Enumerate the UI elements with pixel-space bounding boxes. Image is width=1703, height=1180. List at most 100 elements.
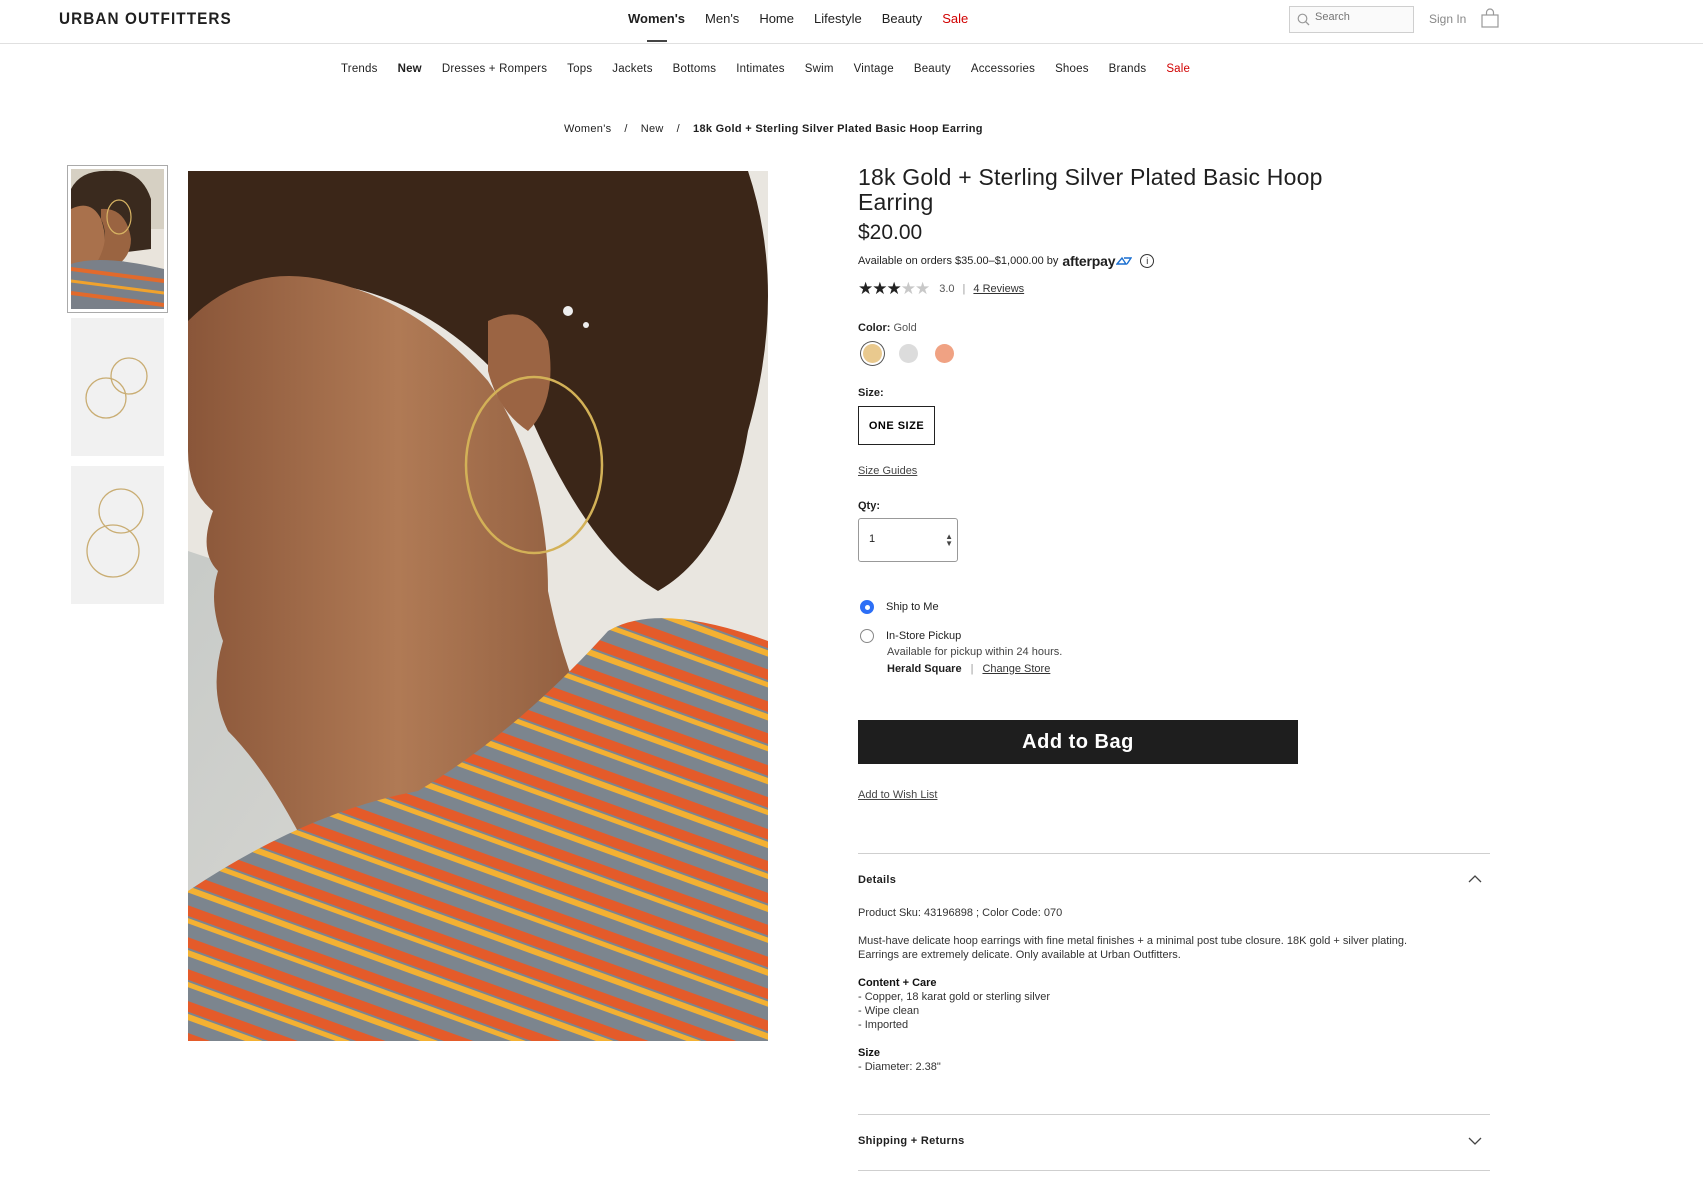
afterpay-notice: Available on orders $35.00–$1,000.00 by … xyxy=(858,253,1155,269)
quantity-value: 1 xyxy=(869,533,876,545)
cat-bottoms[interactable]: Bottoms xyxy=(673,63,717,75)
quantity-select[interactable]: 1 ▲ ▼ xyxy=(858,518,958,562)
breadcrumb: Women's / New / 18k Gold + Sterling Silv… xyxy=(564,123,983,135)
star-icon: ★ xyxy=(915,279,930,298)
product-title: 18k Gold + Sterling Silver Plated Basic … xyxy=(858,164,1323,215)
ship-to-me-label[interactable]: Ship to Me xyxy=(886,601,939,613)
nav-home[interactable]: Home xyxy=(759,11,794,26)
quantity-label: Qty: xyxy=(858,500,880,512)
add-to-bag-button[interactable]: Add to Bag xyxy=(858,720,1298,764)
cat-trends[interactable]: Trends xyxy=(341,63,378,75)
thumbnail-product-2[interactable] xyxy=(71,466,164,604)
thumbnail-product-2-image xyxy=(71,466,164,604)
top-bar: URBAN OUTFITTERS Women's Men's Home Life… xyxy=(0,0,1703,44)
info-icon[interactable]: i xyxy=(1140,254,1155,268)
reviews-link[interactable]: 4 Reviews xyxy=(973,283,1024,295)
cat-intimates[interactable]: Intimates xyxy=(736,63,784,75)
size-heading: Size xyxy=(858,1047,881,1059)
cat-shoes[interactable]: Shoes xyxy=(1055,63,1089,75)
ship-to-me-radio[interactable] xyxy=(860,600,874,614)
color-label: Color: Gold xyxy=(858,322,917,334)
category-nav: Trends New Dresses + Rompers Tops Jacket… xyxy=(341,63,1210,75)
chevron-up-icon[interactable] xyxy=(1468,874,1482,883)
afterpay-text: Available on orders $35.00–$1,000.00 by xyxy=(858,255,1059,267)
thumbnail-model-image xyxy=(71,169,164,309)
cat-beauty[interactable]: Beauty xyxy=(914,63,951,75)
store-divider: | xyxy=(970,663,974,675)
shipping-returns-accordion-header[interactable]: Shipping + Returns xyxy=(858,1135,965,1147)
star-icon: ★ xyxy=(886,279,902,298)
cat-jackets[interactable]: Jackets xyxy=(612,63,652,75)
nav-womens[interactable]: Women's xyxy=(628,11,685,42)
breadcrumb-separator: / xyxy=(624,123,628,135)
breadcrumb-new[interactable]: New xyxy=(641,123,664,135)
cat-accessories[interactable]: Accessories xyxy=(971,63,1035,75)
breadcrumb-womens[interactable]: Women's xyxy=(564,123,611,135)
in-store-pickup-radio[interactable] xyxy=(860,629,874,643)
divider xyxy=(858,1114,1490,1115)
rating-divider: | xyxy=(962,283,966,295)
color-value: Gold xyxy=(893,322,917,334)
rating-score: 3.0 xyxy=(939,283,955,295)
breadcrumb-separator: / xyxy=(676,123,681,135)
pickup-availability-note: Available for pickup within 24 hours. xyxy=(887,646,1063,658)
thumbnail-product-1[interactable] xyxy=(71,318,164,456)
details-accordion-header[interactable]: Details xyxy=(858,874,896,886)
cat-vintage[interactable]: Vintage xyxy=(854,63,894,75)
sign-in-link[interactable]: Sign In xyxy=(1429,12,1466,26)
color-swatch-silver[interactable] xyxy=(899,344,918,363)
in-store-pickup-label[interactable]: In-Store Pickup xyxy=(886,630,961,642)
star-icon: ★ xyxy=(872,279,887,298)
nav-lifestyle[interactable]: Lifestyle xyxy=(814,11,862,26)
rating-summary: ★ ★ ★ ★ ★ 3.0 | 4 Reviews xyxy=(858,279,1024,299)
search-input[interactable] xyxy=(1315,11,1410,23)
size-item: - Diameter: 2.38" xyxy=(858,1061,941,1073)
afterpay-logo: afterpay xyxy=(1062,253,1116,269)
brand-logo[interactable]: URBAN OUTFITTERS xyxy=(59,9,232,29)
care-item: - Imported xyxy=(858,1019,909,1031)
model-wearing-hoop-earring-image xyxy=(188,171,768,1041)
cat-tops[interactable]: Tops xyxy=(567,63,592,75)
star-icon: ★ xyxy=(900,279,916,298)
care-item: - Copper, 18 karat gold or sterling silv… xyxy=(858,991,1050,1003)
cat-swim[interactable]: Swim xyxy=(805,63,834,75)
nav-mens[interactable]: Men's xyxy=(705,11,739,26)
star-rating: ★ ★ ★ ★ ★ xyxy=(858,279,930,299)
search-box[interactable] xyxy=(1289,6,1414,33)
color-label-text: Color: xyxy=(858,322,891,334)
thumbnail-model[interactable] xyxy=(67,165,168,313)
nav-sale[interactable]: Sale xyxy=(942,11,968,26)
size-option-one-size[interactable]: ONE SIZE xyxy=(858,406,935,445)
thumbnail-product-1-image xyxy=(71,318,164,456)
cat-sale[interactable]: Sale xyxy=(1166,63,1190,75)
cat-new[interactable]: New xyxy=(398,63,422,75)
shopping-bag-icon[interactable] xyxy=(1481,8,1499,28)
store-name: Herald Square xyxy=(887,663,962,675)
chevron-down-icon[interactable] xyxy=(1468,1137,1482,1146)
search-icon xyxy=(1297,13,1310,26)
product-price: $20.00 xyxy=(858,221,923,244)
add-to-wish-list-link[interactable]: Add to Wish List xyxy=(858,789,937,801)
color-swatch-rose-gold[interactable] xyxy=(935,344,954,363)
care-item: - Wipe clean xyxy=(858,1005,920,1017)
main-nav: Women's Men's Home Lifestyle Beauty Sale xyxy=(628,11,988,42)
details-content: Product Sku: 43196898 ; Color Code: 070 … xyxy=(858,906,1418,1088)
nav-beauty[interactable]: Beauty xyxy=(882,11,922,26)
store-selector: Herald Square | Change Store xyxy=(887,663,1050,675)
stepper-arrows-icon: ▲ ▼ xyxy=(945,532,953,548)
divider xyxy=(858,1170,1490,1171)
content-care-heading: Content + Care xyxy=(858,977,937,989)
product-sku: Product Sku: 43196898 ; Color Code: 070 xyxy=(858,907,1063,919)
product-description: Must-have delicate hoop earrings with fi… xyxy=(858,935,1408,961)
main-product-image[interactable] xyxy=(188,171,768,1041)
cat-brands[interactable]: Brands xyxy=(1109,63,1147,75)
divider xyxy=(858,853,1490,854)
change-store-link[interactable]: Change Store xyxy=(982,663,1050,675)
star-icon: ★ xyxy=(858,279,873,298)
afterpay-arrows-icon xyxy=(1116,256,1133,265)
cat-dresses[interactable]: Dresses + Rompers xyxy=(442,63,547,75)
size-label: Size: xyxy=(858,387,884,399)
color-swatch-gold[interactable] xyxy=(863,344,882,363)
breadcrumb-current: 18k Gold + Sterling Silver Plated Basic … xyxy=(693,123,983,135)
size-guides-link[interactable]: Size Guides xyxy=(858,465,917,477)
